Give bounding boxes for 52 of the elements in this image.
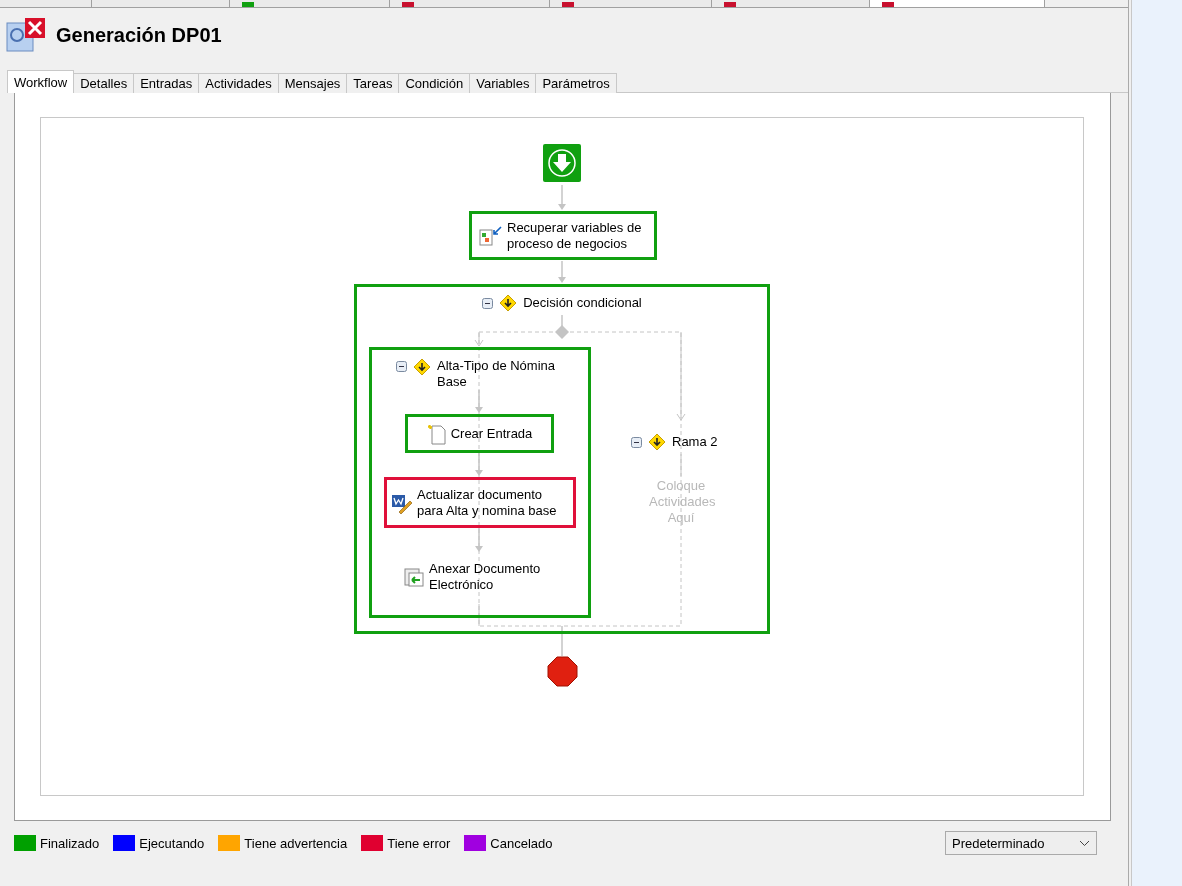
tab[interactable]: Actividades <box>198 73 279 93</box>
tab[interactable]: Parámetros <box>535 73 617 93</box>
connector-arrow <box>475 452 483 476</box>
new-document-icon <box>426 422 447 445</box>
chevron-down-icon <box>1079 839 1090 847</box>
branch-label: Alta-Tipo de Nómina Base <box>437 358 556 390</box>
legend-label: Finalizado <box>40 835 100 851</box>
document-tab[interactable] <box>390 0 550 7</box>
document-tab[interactable] <box>550 0 712 7</box>
document-tab[interactable] <box>870 0 1045 7</box>
collapse-icon[interactable] <box>482 297 494 309</box>
connector-arrow <box>558 184 566 210</box>
drop-placeholder-text: Coloque Actividades Aquí <box>649 478 713 527</box>
document-tab[interactable] <box>712 0 870 7</box>
view-dropdown[interactable]: Predeterminado <box>945 831 1097 855</box>
tab[interactable]: Tareas <box>346 73 400 93</box>
collapse-icon[interactable] <box>396 361 407 372</box>
decision-diamond-icon <box>648 433 666 451</box>
connector-arrow <box>475 389 483 413</box>
activity-box[interactable]: Actualizar documento para Alta y nomina base <box>384 477 576 528</box>
document-tab[interactable] <box>230 0 390 7</box>
tab[interactable]: Condición <box>398 73 471 93</box>
connector-arrow <box>558 260 566 283</box>
workflow-error-icon <box>6 17 46 53</box>
legend-label: Tiene error <box>387 835 451 851</box>
decision-label: Decisión condicional <box>523 295 642 311</box>
workflow-title: Generación DP01 <box>56 23 222 47</box>
junction-diamond-icon <box>555 325 569 339</box>
variables-document-icon <box>479 224 503 247</box>
activity-box[interactable]: Anexar Documento Electrónico <box>396 552 566 602</box>
connector-arrow <box>475 527 483 552</box>
stop-node[interactable] <box>547 656 578 687</box>
attach-document-icon <box>403 566 425 588</box>
collapse-icon[interactable] <box>631 436 642 448</box>
decision-diamond-icon <box>413 358 431 376</box>
decision-diamond-icon <box>499 294 518 312</box>
activity-label: Crear Entrada <box>450 425 533 442</box>
tab[interactable]: Mensajes <box>277 73 348 93</box>
activity-label: Recuperar variables de proceso de negocios <box>507 219 643 252</box>
branch-label: Rama 2 <box>672 434 718 450</box>
activity-label: Anexar Documento Electrónico <box>429 561 542 593</box>
activity-box[interactable]: Crear Entrada <box>405 414 554 453</box>
legend-label: Ejecutando <box>139 835 205 851</box>
activity-label: Actualizar documento para Alta y nomina base <box>417 486 558 519</box>
legend-label: Tiene advertencia <box>244 835 348 851</box>
tab[interactable]: Workflow <box>7 70 75 93</box>
start-node[interactable] <box>542 143 582 183</box>
tab[interactable]: Detalles <box>73 73 135 93</box>
activity-box[interactable]: Recuperar variables de proceso de negocios <box>469 211 657 260</box>
tab[interactable]: Variables <box>469 73 537 93</box>
legend-label: Cancelado <box>490 835 553 851</box>
tab[interactable]: Entradas <box>133 73 200 93</box>
